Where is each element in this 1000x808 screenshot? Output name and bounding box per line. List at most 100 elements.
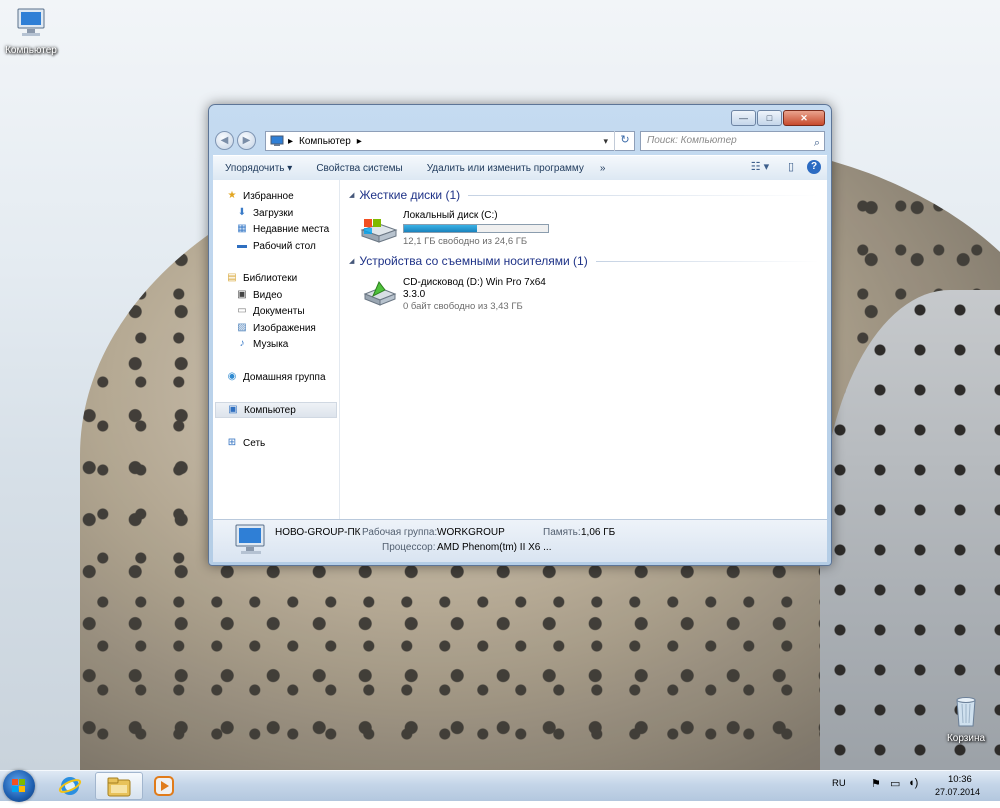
folder-icon bbox=[107, 777, 131, 797]
computer-icon bbox=[17, 8, 45, 36]
address-row: ◀ ▶ ▸ Компьютер ▸ ▾ ↻ Поиск: Компьютер ⌕ bbox=[215, 130, 825, 152]
computer-icon bbox=[235, 524, 265, 554]
network-icon: ⊞ bbox=[227, 437, 237, 448]
group-title: Жесткие диски (1) bbox=[359, 188, 461, 202]
details-workgroup-label: Рабочая группа: bbox=[362, 527, 438, 538]
downloads-icon: ⬇ bbox=[237, 207, 247, 218]
drive-c-free-space: 12,1 ГБ свободно из 24,6 ГБ bbox=[403, 236, 528, 247]
group-title: Устройства со съемными носителями (1) bbox=[359, 254, 588, 268]
window-controls: — □ ✕ bbox=[731, 110, 825, 126]
search-placeholder: Поиск: Компьютер bbox=[647, 135, 737, 146]
desktop-icon: ▬ bbox=[237, 240, 247, 251]
details-pane: НОВО-GROUP-ПК Рабочая группа: WORKGROUP … bbox=[213, 519, 827, 562]
group-divider bbox=[468, 194, 819, 196]
uninstall-program-button[interactable]: Удалить или изменить программу bbox=[415, 163, 596, 174]
details-memory-label: Память: bbox=[543, 527, 581, 538]
nav-item-label: Избранное bbox=[243, 190, 294, 202]
drive-d-free-space: 0 байт свободно из 3,43 ГБ bbox=[403, 301, 523, 312]
language-indicator[interactable]: RU bbox=[832, 778, 846, 789]
drive-c-name[interactable]: Локальный диск (C:) bbox=[403, 210, 498, 221]
minimize-button[interactable]: — bbox=[731, 110, 756, 126]
libraries-icon: ▤ bbox=[227, 272, 237, 283]
images-icon: ▨ bbox=[237, 322, 247, 333]
music-icon: ♪ bbox=[239, 338, 245, 349]
taskbar: RU ⚑ ▭ ◖) 10:36 27.07.2014 bbox=[0, 770, 1000, 802]
nav-item-label: Видео bbox=[253, 289, 283, 301]
nav-item-network[interactable]: ⊞ Сеть bbox=[225, 435, 351, 451]
explorer-body: ★ Избранное ⬇ Загрузки ▦ Недавние места … bbox=[213, 180, 827, 519]
search-icon[interactable]: ⌕ bbox=[814, 134, 820, 152]
volume-icon[interactable]: ◖) bbox=[908, 777, 918, 789]
details-cpu-value: AMD Phenom(tm) II X6 ... bbox=[437, 542, 552, 553]
organize-menu[interactable]: Упорядочить ▾ bbox=[213, 163, 304, 174]
search-input[interactable]: Поиск: Компьютер ⌕ bbox=[640, 131, 825, 151]
taskbar-media-player[interactable] bbox=[140, 772, 188, 800]
maximize-button[interactable]: □ bbox=[757, 110, 782, 126]
forward-button[interactable]: ▶ bbox=[237, 131, 256, 150]
content-pane: ◢ Жесткие диски (1) Локальный диск (C:) … bbox=[343, 180, 827, 519]
clock-time[interactable]: 10:36 bbox=[948, 774, 972, 785]
address-bar[interactable]: ▸ Компьютер ▸ ▾ bbox=[265, 131, 635, 151]
collapse-triangle-icon[interactable]: ◢ bbox=[349, 191, 354, 199]
recycle-bin-icon bbox=[956, 697, 976, 727]
close-button[interactable]: ✕ bbox=[783, 110, 825, 126]
computer-icon: ▣ bbox=[228, 404, 238, 415]
network-tray-icon[interactable]: ▭ bbox=[890, 777, 900, 790]
breadcrumb-computer[interactable]: Компьютер bbox=[297, 136, 353, 147]
nav-item-homegroup[interactable]: ◉ Домашняя группа bbox=[225, 369, 351, 385]
desktop-icon-label: Корзина bbox=[946, 733, 986, 744]
group-header-hard-disks[interactable]: ◢ Жесткие диски (1) bbox=[349, 187, 819, 203]
video-icon: ▣ bbox=[237, 289, 247, 300]
star-icon: ★ bbox=[227, 190, 237, 201]
details-workgroup-value: WORKGROUP bbox=[437, 527, 505, 538]
desktop-icon-computer[interactable]: Компьютер bbox=[0, 6, 66, 56]
start-button[interactable] bbox=[3, 770, 35, 802]
help-icon[interactable]: ? bbox=[807, 160, 821, 174]
nav-item-label: Компьютер bbox=[244, 404, 296, 416]
drive-c-usage-bar bbox=[403, 224, 549, 233]
nav-item-libraries[interactable]: ▤ Библиотеки bbox=[225, 270, 351, 286]
change-view-icon[interactable]: ☷ ▾ bbox=[745, 159, 775, 175]
system-properties-button[interactable]: Свойства системы bbox=[304, 163, 414, 174]
cd-drive-icon bbox=[363, 281, 397, 306]
media-player-icon bbox=[154, 776, 174, 796]
details-pc-name: НОВО-GROUP-ПК bbox=[275, 527, 361, 538]
computer-icon bbox=[270, 135, 284, 146]
clock-date[interactable]: 27.07.2014 bbox=[935, 787, 980, 797]
documents-icon: ▭ bbox=[237, 305, 247, 316]
nav-item-label: Сеть bbox=[243, 437, 266, 449]
taskbar-internet-explorer[interactable] bbox=[46, 772, 94, 800]
desktop-icon-recycle-bin[interactable]: Корзина bbox=[931, 694, 1000, 744]
preview-pane-icon[interactable]: ▯ bbox=[783, 159, 799, 175]
nav-item-label: Загрузки bbox=[253, 207, 294, 219]
drive-c-usage-fill bbox=[404, 225, 478, 232]
taskbar-explorer[interactable] bbox=[95, 772, 143, 800]
internet-explorer-icon bbox=[58, 777, 82, 795]
windows-logo-icon bbox=[12, 779, 25, 792]
desktop-icon-label: Компьютер bbox=[5, 45, 57, 56]
nav-item-computer[interactable]: ▣ Компьютер bbox=[215, 402, 337, 418]
nav-item-label: Рабочий стол bbox=[253, 240, 316, 252]
address-dropdown-button[interactable]: ▾ bbox=[603, 136, 608, 147]
nav-item-label: Изображения bbox=[253, 322, 316, 334]
more-commands-button[interactable]: » bbox=[596, 163, 610, 174]
back-button[interactable]: ◀ bbox=[215, 131, 234, 150]
group-divider bbox=[595, 260, 819, 262]
nav-item-label: Домашняя группа bbox=[243, 371, 326, 383]
system-tray: RU ⚑ ▭ ◖) 10:36 27.07.2014 bbox=[825, 771, 1000, 801]
drive-d-version: 3.3.0 bbox=[403, 289, 426, 300]
hard-disk-icon bbox=[360, 219, 398, 243]
breadcrumb-arrow[interactable]: ▸ bbox=[284, 136, 297, 147]
view-controls: ☷ ▾ ▯ ? bbox=[745, 159, 821, 175]
group-header-removable[interactable]: ◢ Устройства со съемными носителями (1) bbox=[349, 253, 819, 269]
collapse-triangle-icon[interactable]: ◢ bbox=[349, 257, 354, 265]
refresh-button[interactable]: ↻ bbox=[614, 131, 635, 151]
nav-item-label: Библиотеки bbox=[243, 272, 298, 284]
breadcrumb-arrow[interactable]: ▸ bbox=[353, 136, 366, 147]
drive-d-name[interactable]: CD-дисковод (D:) Win Pro 7x64 bbox=[403, 277, 546, 288]
details-cpu-label: Процессор: bbox=[382, 542, 436, 553]
action-center-flag-icon[interactable]: ⚑ bbox=[871, 777, 881, 790]
nav-item-label: Музыка bbox=[253, 338, 289, 350]
nav-item-favorites[interactable]: ★ Избранное bbox=[225, 188, 351, 204]
explorer-window: — □ ✕ ◀ ▶ ▸ Компьютер ▸ ▾ ↻ Поиск: Компь… bbox=[208, 104, 832, 566]
